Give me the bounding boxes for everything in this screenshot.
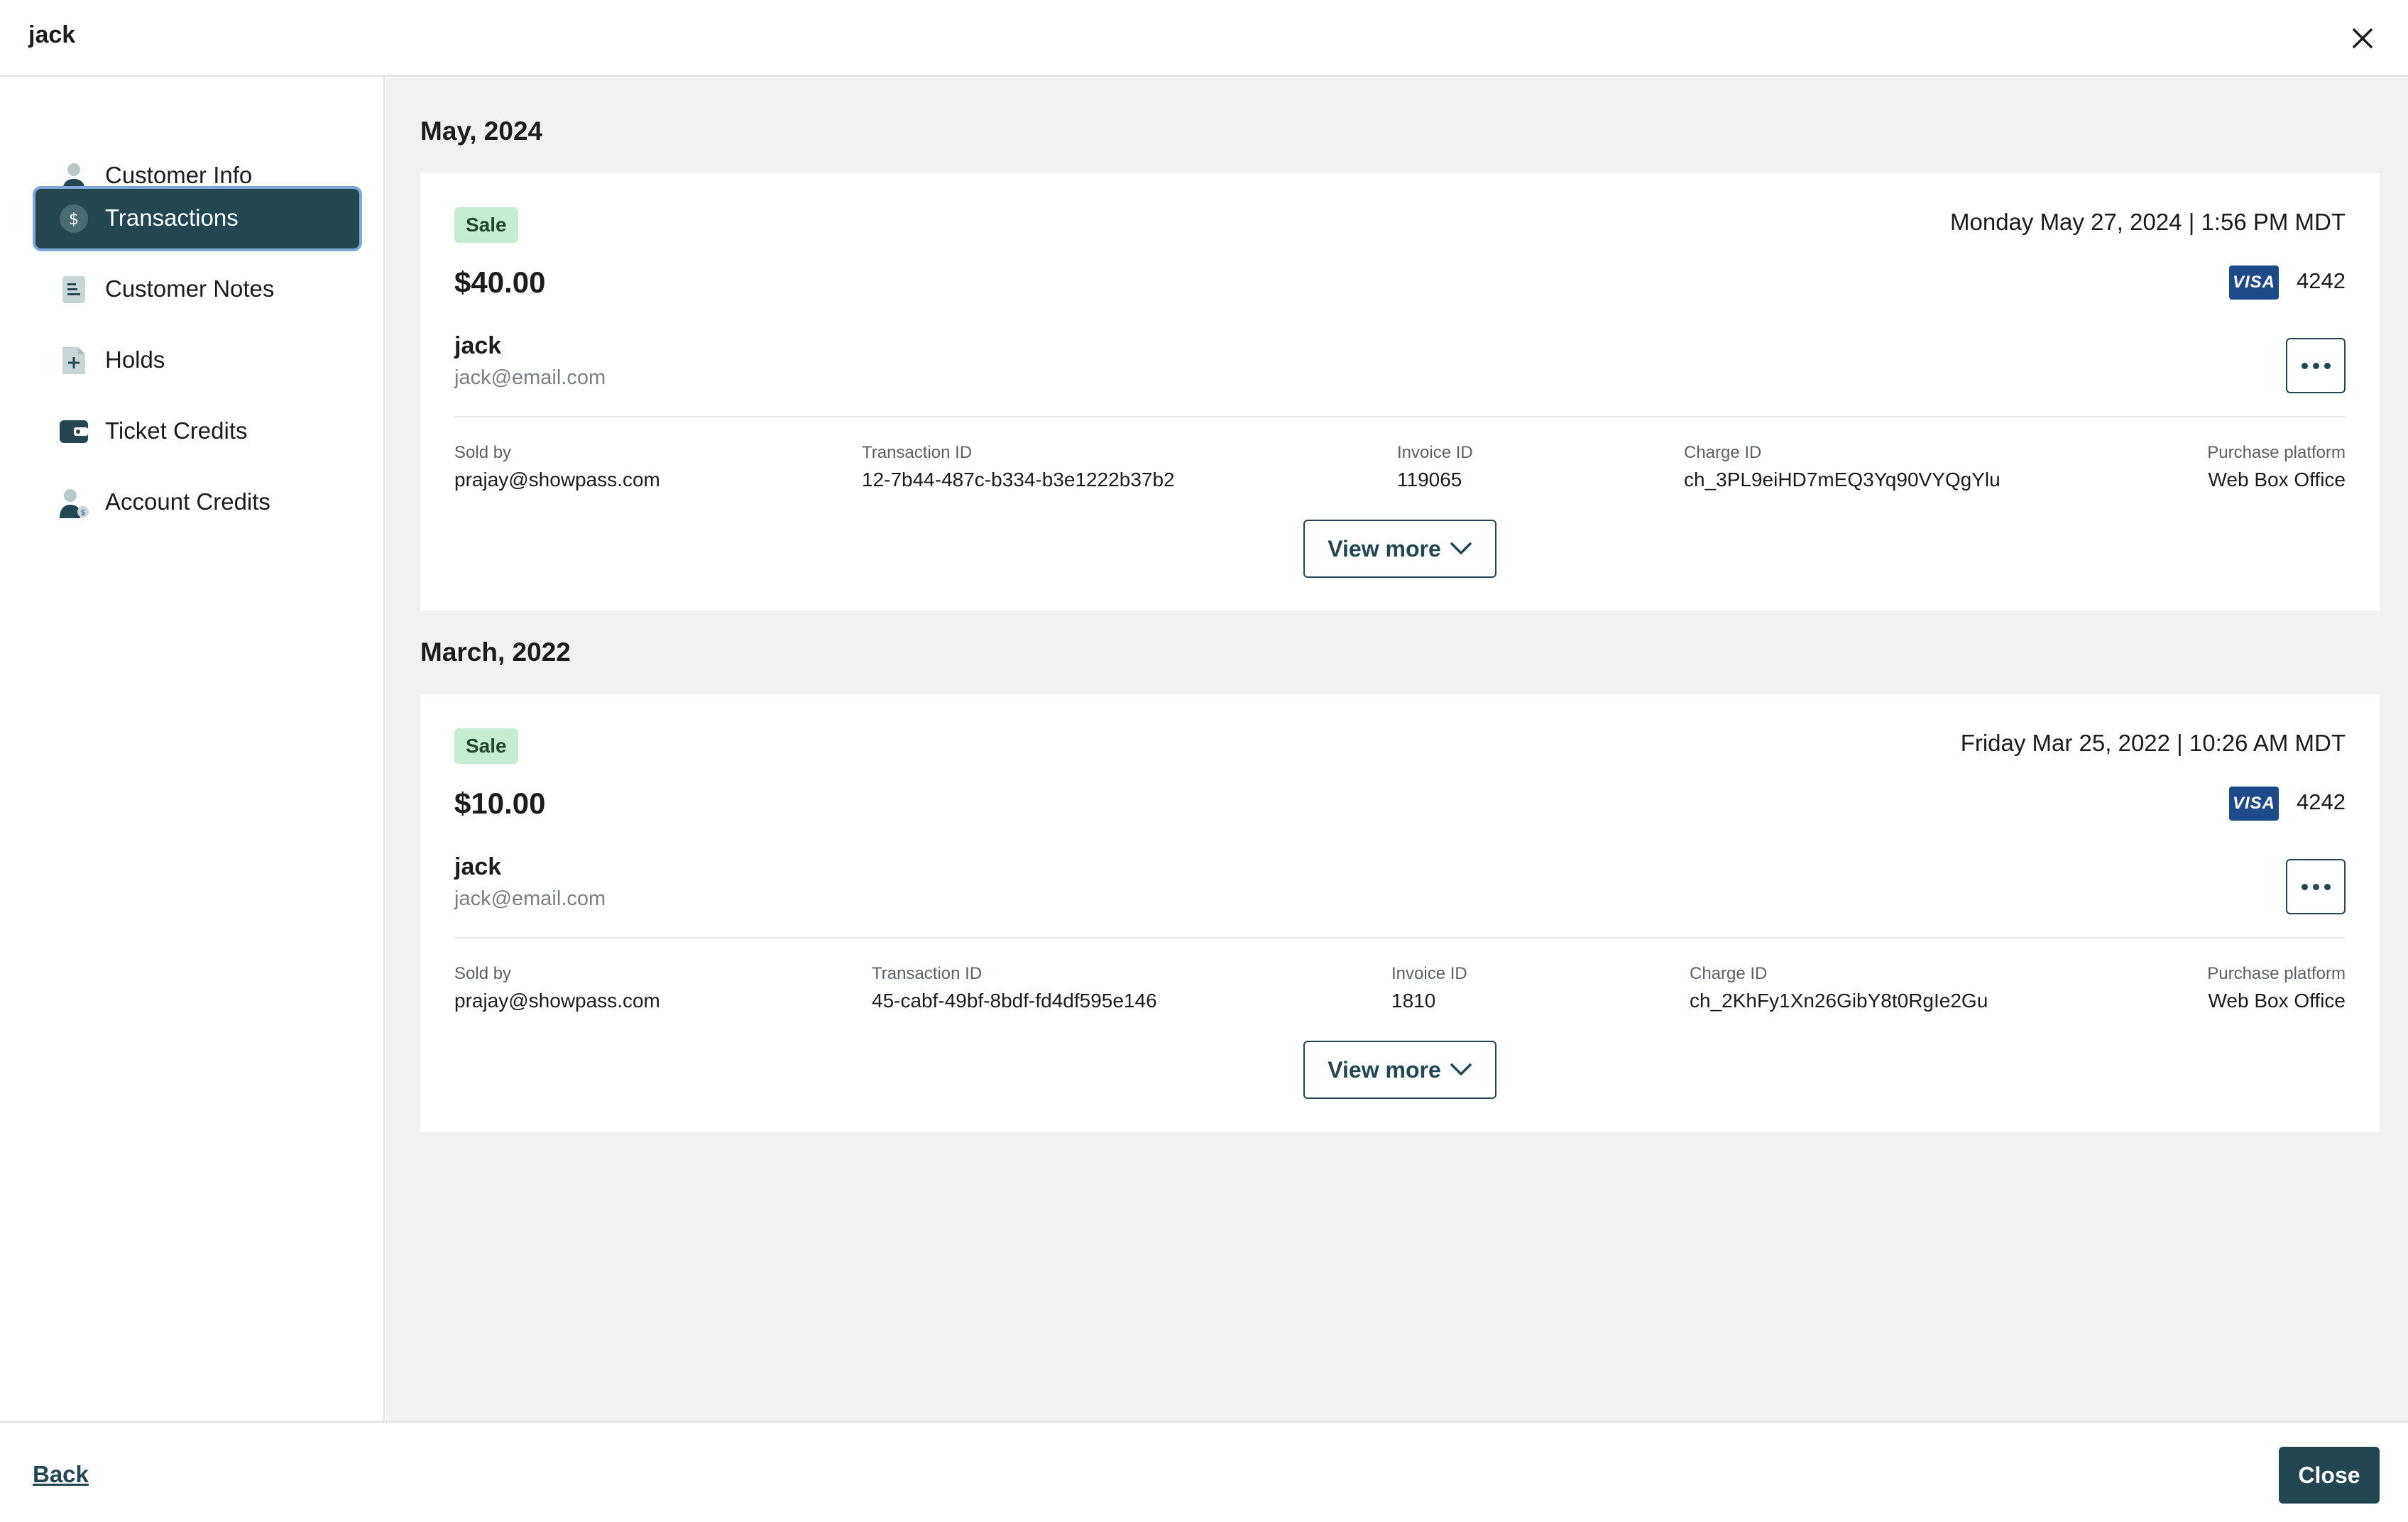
transaction-card: Sale Friday Mar 25, 2022 | 10:26 AM MDT … xyxy=(420,694,2380,1132)
field-label: Transaction ID xyxy=(872,964,983,983)
card-last4: 4242 xyxy=(2297,268,2346,293)
customer-email: jack@email.com xyxy=(454,366,606,389)
card-last4: 4242 xyxy=(2297,789,2346,814)
divider xyxy=(454,416,2346,417)
transaction-amount: $10.00 xyxy=(454,787,546,820)
transaction-id-field: Transaction ID 45-cabf-49bf-8bdf-fd4df59… xyxy=(872,964,1157,1012)
invoice-id-field: Invoice ID 119065 xyxy=(1397,443,1473,491)
purchase-platform-field: Purchase platform Web Box Office xyxy=(2207,964,2346,1012)
field-value: Web Box Office xyxy=(2208,469,2346,491)
field-value: ch_2KhFy1Xn26GibY8t0RgIe2Gu xyxy=(1690,990,1988,1012)
person-icon xyxy=(62,163,85,192)
transaction-card: Sale Monday May 27, 2024 | 1:56 PM MDT $… xyxy=(420,173,2380,611)
svg-text:$: $ xyxy=(81,509,85,517)
transactions-panel: May, 2024 Sale Monday May 27, 2024 | 1:5… xyxy=(386,78,2408,1421)
sidebar-item-label: Ticket Credits xyxy=(105,417,248,444)
field-label: Sold by xyxy=(454,964,512,983)
more-options-button[interactable] xyxy=(2286,859,2346,914)
visa-card-icon: VISA xyxy=(2229,787,2279,821)
modal-header: jack xyxy=(0,0,2408,77)
more-options-button[interactable] xyxy=(2286,338,2346,393)
sidebar-item-label: Account Credits xyxy=(105,488,270,515)
charge-id-field: Charge ID ch_2KhFy1Xn26GibY8t0RgIe2Gu xyxy=(1690,964,1988,1012)
charge-id-field: Charge ID ch_3PL9eiHD7mEQ3Yq90VYQgYlu xyxy=(1684,443,2001,491)
divider xyxy=(454,937,2346,938)
status-badge: Sale xyxy=(454,207,518,243)
field-label: Transaction ID xyxy=(862,443,973,462)
field-value: ch_3PL9eiHD7mEQ3Yq90VYQgYlu xyxy=(1684,469,2001,491)
dollar-icon: $ xyxy=(60,204,88,233)
field-value: 45-cabf-49bf-8bdf-fd4df595e146 xyxy=(872,990,1157,1012)
customer-name: jack xyxy=(454,332,502,359)
transaction-datetime: Friday Mar 25, 2022 | 10:26 AM MDT xyxy=(1960,730,2346,756)
sold-by-field: Sold by prajay@showpass.com xyxy=(454,443,660,491)
hold-document-icon xyxy=(62,347,85,374)
purchase-platform-field: Purchase platform Web Box Office xyxy=(2207,443,2346,491)
notes-icon xyxy=(62,276,85,303)
field-value: 12-7b44-487c-b334-b3e1222b37b2 xyxy=(862,469,1175,491)
field-label: Invoice ID xyxy=(1391,964,1467,983)
modal-title: jack xyxy=(28,21,76,48)
sidebar: Customer Info $ Transactions Customer No… xyxy=(0,77,385,1421)
chevron-down-icon xyxy=(1450,542,1472,554)
back-link[interactable]: Back xyxy=(33,1461,89,1488)
sidebar-item-ticket-credits[interactable]: Ticket Credits xyxy=(35,402,359,461)
field-value: 119065 xyxy=(1397,469,1462,491)
more-dots-icon xyxy=(2301,883,2308,890)
sidebar-item-label: Holds xyxy=(105,346,165,373)
field-label: Charge ID xyxy=(1684,443,1762,462)
view-more-label: View more xyxy=(1328,1056,1441,1083)
modal-footer: Back Close xyxy=(0,1421,2408,1522)
field-label: Charge ID xyxy=(1690,964,1768,983)
field-label: Sold by xyxy=(454,443,512,462)
sidebar-item-account-credits[interactable]: $ Account Credits xyxy=(35,473,359,532)
sidebar-item-label: Customer Notes xyxy=(105,275,275,302)
customer-email: jack@email.com xyxy=(454,887,606,910)
visa-card-icon: VISA xyxy=(2229,265,2279,300)
field-label: Purchase platform xyxy=(2207,964,2346,983)
invoice-id-field: Invoice ID 1810 xyxy=(1391,964,1467,1012)
sidebar-item-customer-notes[interactable]: Customer Notes xyxy=(35,260,359,319)
month-heading: March, 2022 xyxy=(420,637,571,667)
view-more-button[interactable]: View more xyxy=(1303,520,1496,578)
transaction-datetime: Monday May 27, 2024 | 1:56 PM MDT xyxy=(1950,209,2346,235)
sidebar-item-holds[interactable]: Holds xyxy=(35,331,359,390)
field-value: prajay@showpass.com xyxy=(454,990,660,1012)
close-icon[interactable] xyxy=(2346,21,2380,55)
transaction-id-field: Transaction ID 12-7b44-487c-b334-b3e1222… xyxy=(862,443,1175,491)
sidebar-item-label: Customer Info xyxy=(105,162,253,188)
field-label: Invoice ID xyxy=(1397,443,1473,462)
sidebar-item-label: Transactions xyxy=(105,204,239,231)
view-more-button[interactable]: View more xyxy=(1303,1041,1496,1099)
close-button[interactable]: Close xyxy=(2279,1447,2380,1504)
person-credit-icon: $ xyxy=(60,489,89,518)
wallet-icon xyxy=(60,420,88,443)
field-value: prajay@showpass.com xyxy=(454,469,660,491)
transaction-amount: $40.00 xyxy=(454,265,546,299)
more-dots-icon xyxy=(2301,362,2308,369)
field-label: Purchase platform xyxy=(2207,443,2346,462)
sidebar-item-transactions[interactable]: $ Transactions xyxy=(35,189,359,248)
view-more-label: View more xyxy=(1328,535,1441,562)
status-badge: Sale xyxy=(454,728,518,764)
field-value: Web Box Office xyxy=(2208,990,2346,1012)
chevron-down-icon xyxy=(1450,1063,1472,1075)
svg-text:$: $ xyxy=(69,211,79,229)
sold-by-field: Sold by prajay@showpass.com xyxy=(454,964,660,1012)
month-heading: May, 2024 xyxy=(420,116,543,146)
field-value: 1810 xyxy=(1391,990,1436,1012)
customer-name: jack xyxy=(454,853,502,880)
